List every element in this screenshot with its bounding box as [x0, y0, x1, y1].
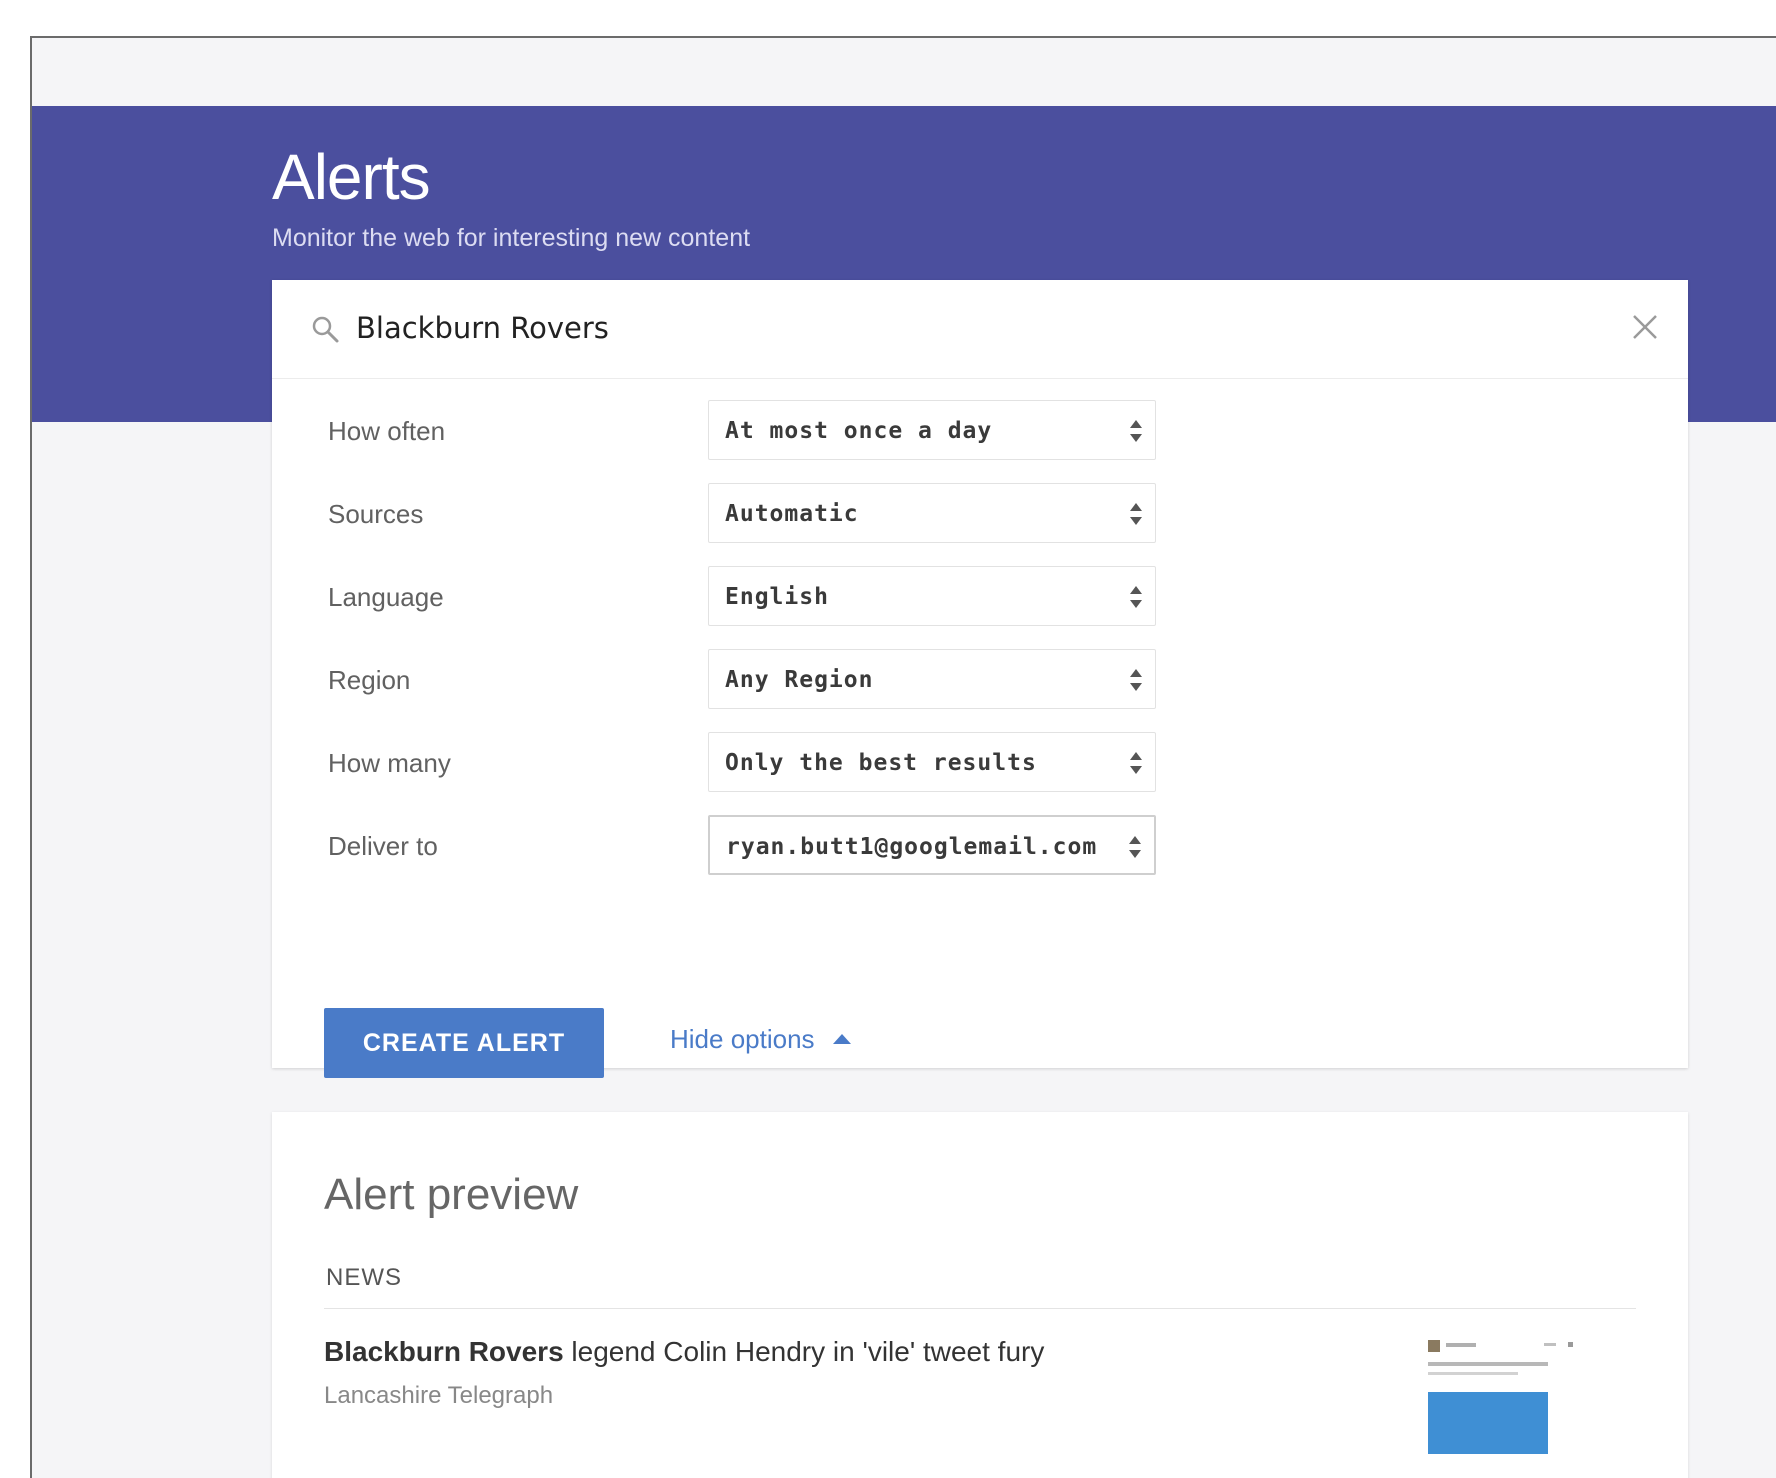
- deliver-to-label: Deliver to: [328, 831, 438, 861]
- region-value: Any Region: [725, 667, 874, 693]
- language-select[interactable]: English: [708, 566, 1156, 626]
- option-row-how-many: How many Only the best results: [272, 732, 1688, 794]
- alert-preview-card: Alert preview NEWS Blackburn Rovers lege…: [272, 1112, 1688, 1478]
- how-often-value: At most once a day: [725, 418, 993, 444]
- close-icon[interactable]: [1628, 310, 1662, 344]
- preview-title: Alert preview: [324, 1170, 579, 1219]
- language-value: English: [725, 584, 829, 610]
- updown-icon: [1130, 669, 1142, 691]
- search-bar: [272, 280, 1688, 379]
- option-row-sources: Sources Automatic: [272, 483, 1688, 545]
- headline-keyword: Blackburn Rovers: [324, 1336, 564, 1367]
- option-row-how-often: How often At most once a day: [272, 400, 1688, 462]
- updown-icon: [1130, 752, 1142, 774]
- app-window: Alerts Monitor the web for interesting n…: [30, 36, 1776, 1478]
- sources-select[interactable]: Automatic: [708, 483, 1156, 543]
- how-many-value: Only the best results: [725, 750, 1037, 776]
- news-source: Lancashire Telegraph: [324, 1382, 554, 1409]
- divider: [324, 1308, 1636, 1309]
- how-often-select[interactable]: At most once a day: [708, 400, 1156, 460]
- search-icon: [312, 316, 339, 343]
- headline-rest: legend Colin Hendry in 'vile' tweet fury: [563, 1336, 1045, 1367]
- hide-options-link[interactable]: Hide options: [670, 1024, 851, 1055]
- region-label: Region: [328, 665, 411, 695]
- region-select[interactable]: Any Region: [708, 649, 1156, 709]
- how-many-label: How many: [328, 748, 451, 778]
- hide-options-label: Hide options: [670, 1024, 815, 1054]
- updown-icon: [1130, 586, 1142, 608]
- deliver-to-value: ryan.butt1@googlemail.com: [726, 834, 1098, 860]
- option-row-deliver-to: Deliver to ryan.butt1@googlemail.com: [272, 815, 1688, 877]
- news-section-label: NEWS: [326, 1264, 402, 1291]
- alert-settings-card: How often At most once a day Sources Aut…: [272, 280, 1688, 1078]
- news-headline-link[interactable]: Blackburn Rovers legend Colin Hendry in …: [324, 1336, 1044, 1368]
- deliver-to-select[interactable]: ryan.butt1@googlemail.com: [708, 815, 1156, 875]
- news-thumbnail[interactable]: [1424, 1334, 1580, 1454]
- option-row-region: Region Any Region: [272, 649, 1688, 711]
- page-subtitle: Monitor the web for interesting new cont…: [272, 224, 751, 252]
- updown-icon: [1130, 503, 1142, 525]
- sources-label: Sources: [328, 499, 424, 529]
- updown-icon: [1130, 420, 1142, 442]
- triangle-up-icon: [832, 1034, 851, 1045]
- page-title: Alerts: [272, 141, 431, 213]
- how-many-select[interactable]: Only the best results: [708, 732, 1156, 792]
- create-alert-button[interactable]: CREATE ALERT: [324, 1008, 604, 1078]
- updown-icon: [1129, 836, 1141, 858]
- search-input[interactable]: [356, 302, 1556, 354]
- option-row-language: Language English: [272, 566, 1688, 628]
- how-often-label: How often: [328, 416, 446, 446]
- language-label: Language: [328, 582, 444, 612]
- sources-value: Automatic: [725, 501, 859, 527]
